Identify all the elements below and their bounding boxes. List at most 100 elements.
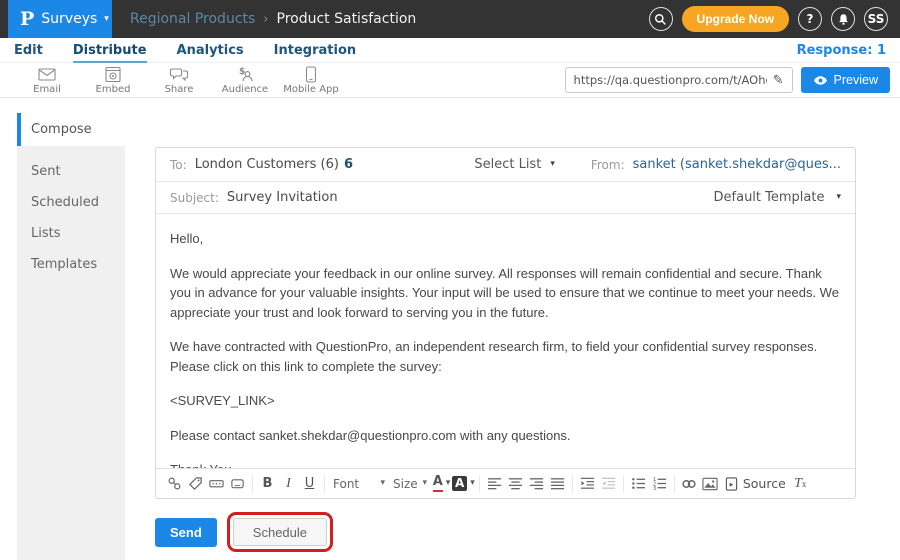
edit-url-pencil-icon[interactable]: ✎	[767, 73, 784, 88]
toolbar-divider	[572, 475, 573, 493]
to-label: To:	[170, 158, 187, 172]
button-widget-icon[interactable]	[227, 473, 248, 495]
tab-analytics[interactable]: Analytics	[177, 43, 244, 61]
chevron-down-icon: ▾	[104, 15, 109, 24]
decrease-indent-button[interactable]	[598, 473, 619, 495]
sidebar-item-lists[interactable]: Lists	[17, 218, 125, 249]
app-menu-label: Surveys	[41, 11, 97, 27]
avatar-initials: SS	[868, 12, 885, 26]
survey-link-area: https://qa.questionpro.com/t/AOhoVZfqml …	[565, 67, 890, 93]
audience-icon: $	[235, 66, 255, 83]
body-paragraph: We would appreciate your feedback in our…	[170, 264, 841, 323]
align-center-button[interactable]	[505, 473, 526, 495]
chevron-down-icon: ▾	[422, 479, 427, 488]
notifications-button[interactable]	[831, 7, 855, 31]
bell-icon	[837, 13, 850, 26]
sidebar-item-templates[interactable]: Templates	[17, 249, 125, 280]
search-button[interactable]	[649, 7, 673, 31]
channel-embed[interactable]: Embed	[80, 66, 146, 95]
channel-share[interactable]: Share	[146, 66, 212, 95]
body-paragraph: Thank You	[170, 460, 841, 468]
composer-actions: Send Schedule	[155, 512, 333, 552]
increase-indent-button[interactable]	[577, 473, 598, 495]
font-size-dropdown[interactable]: Size ▾	[389, 473, 431, 495]
channel-mobile-app[interactable]: Mobile App	[278, 66, 344, 95]
background-color-button[interactable]: A ▾	[452, 473, 475, 495]
breadcrumb-separator-icon: ›	[263, 12, 268, 27]
help-button[interactable]: ?	[798, 7, 822, 31]
survey-url-field[interactable]: https://qa.questionpro.com/t/AOhoVZfqml …	[565, 67, 793, 93]
from-sender[interactable]: sanket (sanket.shekdar@ques...	[633, 157, 841, 172]
subject-label: Subject:	[170, 191, 219, 205]
to-recipient-list[interactable]: London Customers (6)	[195, 157, 339, 172]
response-count[interactable]: Response: 1	[797, 43, 886, 58]
tab-edit[interactable]: Edit	[14, 43, 43, 61]
italic-button[interactable]: I	[278, 473, 299, 495]
channel-audience[interactable]: $ Audience	[212, 66, 278, 95]
link-icon[interactable]	[164, 473, 185, 495]
font-family-dropdown[interactable]: Font ▾	[329, 473, 389, 495]
formatting-toolbar: B I U Font ▾ Size ▾ A ▾ A ▾	[156, 468, 855, 498]
insert-link-button[interactable]	[679, 473, 700, 495]
preview-button[interactable]: Preview	[801, 67, 890, 93]
size-dropdown-label: Size	[393, 477, 418, 491]
align-right-button[interactable]	[526, 473, 547, 495]
insert-image-button[interactable]	[700, 473, 721, 495]
svg-text:$: $	[239, 67, 245, 77]
chevron-down-icon: ▾	[836, 193, 841, 202]
breadcrumb: Regional Products › Product Satisfaction	[130, 11, 416, 27]
compose-sidebar: Compose Sent Scheduled Lists Templates	[17, 113, 125, 560]
top-header: P Surveys ▾ Regional Products › Product …	[0, 0, 900, 38]
remove-format-button[interactable]: Tx	[790, 473, 811, 495]
source-button[interactable]: Source	[721, 473, 790, 495]
survey-url-text: https://qa.questionpro.com/t/AOhoVZfqml	[574, 73, 767, 87]
template-label: Default Template	[714, 190, 825, 205]
body-paragraph: <SURVEY_LINK>	[170, 391, 841, 411]
mobile-phone-icon	[305, 66, 317, 83]
align-left-button[interactable]	[484, 473, 505, 495]
schedule-button[interactable]: Schedule	[233, 518, 327, 546]
send-button[interactable]: Send	[155, 518, 217, 547]
justify-button[interactable]	[547, 473, 568, 495]
channel-email[interactable]: Email	[14, 66, 80, 95]
numbered-list-button[interactable]: 123	[649, 473, 670, 495]
email-body-editor[interactable]: Hello, We would appreciate your feedback…	[156, 214, 855, 468]
sidebar-item-sent[interactable]: Sent	[17, 156, 125, 187]
breadcrumb-parent-link[interactable]: Regional Products	[130, 11, 255, 27]
surveys-app-menu[interactable]: P Surveys ▾	[8, 0, 112, 38]
bulleted-list-button[interactable]	[628, 473, 649, 495]
bold-button[interactable]: B	[257, 473, 278, 495]
toolbar-divider	[324, 475, 325, 493]
body-paragraph: Please contact sanket.shekdar@questionpr…	[170, 426, 841, 446]
tag-icon[interactable]	[185, 473, 206, 495]
user-avatar[interactable]: SS	[864, 7, 888, 31]
select-list-dropdown[interactable]: Select List ▾	[474, 157, 555, 172]
source-label: Source	[743, 476, 786, 491]
subject-row: Subject: Survey Invitation Default Templ…	[156, 182, 855, 214]
chevron-down-icon: ▾	[446, 479, 451, 488]
template-dropdown[interactable]: Default Template ▾	[714, 190, 841, 205]
channel-embed-label: Embed	[96, 84, 131, 95]
svg-text:3: 3	[653, 486, 656, 491]
font-dropdown-label: Font	[333, 477, 359, 491]
text-color-button[interactable]: A ▾	[431, 473, 452, 495]
upgrade-now-button[interactable]: Upgrade Now	[682, 6, 789, 32]
tab-distribute[interactable]: Distribute	[73, 43, 147, 63]
sidebar-item-scheduled[interactable]: Scheduled	[17, 187, 125, 218]
question-mark-icon: ?	[807, 12, 814, 26]
underline-button[interactable]: U	[299, 473, 320, 495]
sidebar-item-group: Sent Scheduled Lists Templates	[17, 146, 125, 560]
chevron-down-icon: ▾	[380, 479, 385, 488]
search-icon	[654, 13, 667, 26]
subject-field[interactable]: Survey Invitation	[227, 190, 338, 205]
input-field-icon[interactable]	[206, 473, 227, 495]
tab-integration[interactable]: Integration	[274, 43, 356, 61]
sidebar-item-compose[interactable]: Compose	[17, 113, 125, 146]
embed-icon	[104, 66, 122, 83]
select-list-label: Select List	[474, 157, 541, 172]
toolbar-divider	[479, 475, 480, 493]
preview-label: Preview	[834, 73, 878, 87]
text-color-a-icon: A	[433, 475, 443, 491]
header-actions: Upgrade Now ? SS	[649, 6, 888, 32]
chevron-down-icon: ▾	[470, 479, 475, 488]
